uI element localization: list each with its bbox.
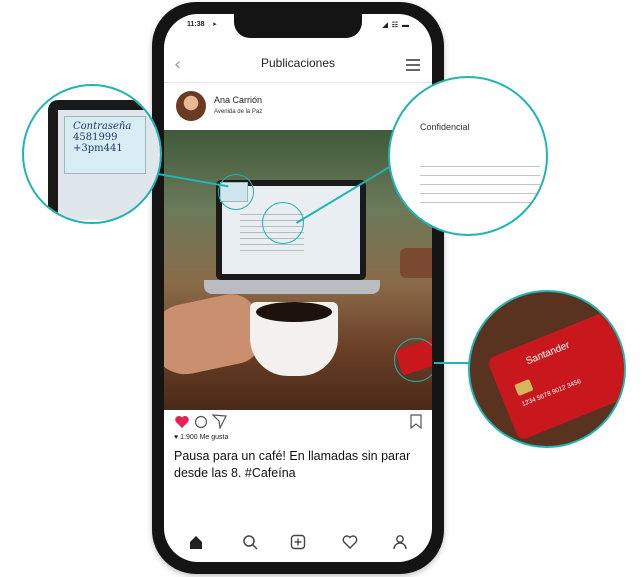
zoom-sticky-note: Contraseña 4581999 +3pm441 — [64, 116, 146, 174]
note-title: Contraseña — [73, 121, 132, 132]
bookmark-icon[interactable] — [410, 414, 422, 429]
profile-icon[interactable] — [392, 534, 408, 550]
menu-icon[interactable] — [406, 59, 420, 74]
notch — [234, 14, 362, 38]
status-time: 11:38 — [187, 21, 205, 28]
zoom-doc-lines — [420, 166, 540, 206]
heart-outline-icon[interactable] — [342, 534, 358, 550]
post-caption: Pausa para un café! En llamadas sin para… — [174, 449, 411, 480]
phone-screen: 11:38 ➤ ◢ ☷ ▬ ‹ Publicaciones Ana Carrió… — [164, 14, 432, 562]
home-icon[interactable] — [188, 534, 204, 550]
zoom-doc-heading: Confidencial — [420, 122, 470, 132]
background-cup — [400, 248, 432, 278]
page-title: Publicaciones — [260, 56, 336, 70]
app-header: ‹ Publicaciones — [164, 50, 432, 78]
zoom-callout-card: Santander 1234 5678 9012 3456 — [468, 290, 626, 448]
post-user-name[interactable]: Ana Carrión — [214, 95, 262, 105]
likes-count: ♥ 1.900 Me gusta — [174, 434, 228, 441]
bottom-nav — [164, 524, 432, 562]
highlight-ring-note — [218, 174, 254, 210]
zoom-credit-card: Santander 1234 5678 9012 3456 — [486, 306, 624, 442]
laptop-keyboard — [204, 280, 380, 294]
zoom-callout-note: Contraseña 4581999 +3pm441 — [22, 84, 162, 224]
callout-leader — [434, 362, 470, 364]
highlight-ring-card — [394, 338, 432, 382]
header-divider — [164, 82, 432, 83]
post-actions — [164, 410, 432, 434]
zoom-callout-document: Confidencial — [388, 76, 548, 236]
location-arrow-icon: ➤ — [212, 22, 218, 28]
comment-icon[interactable] — [194, 415, 208, 429]
send-icon[interactable] — [212, 414, 227, 429]
search-icon[interactable] — [242, 534, 258, 550]
heart-icon[interactable] — [174, 415, 190, 429]
coffee — [256, 302, 332, 322]
avatar[interactable] — [176, 91, 206, 121]
status-icons: ◢ ☷ ▬ — [382, 22, 410, 29]
add-post-icon[interactable] — [290, 534, 306, 550]
note-line-1: 4581999 — [73, 132, 118, 143]
post-location[interactable]: Avenida de la Paz — [214, 109, 262, 115]
card-chip — [514, 378, 534, 397]
card-brand: Santander — [524, 339, 572, 368]
note-line-2: +3pm441 — [73, 143, 123, 154]
likes-label: 1.900 Me gusta — [180, 434, 229, 441]
small-heart-icon: ♥ — [174, 434, 179, 441]
